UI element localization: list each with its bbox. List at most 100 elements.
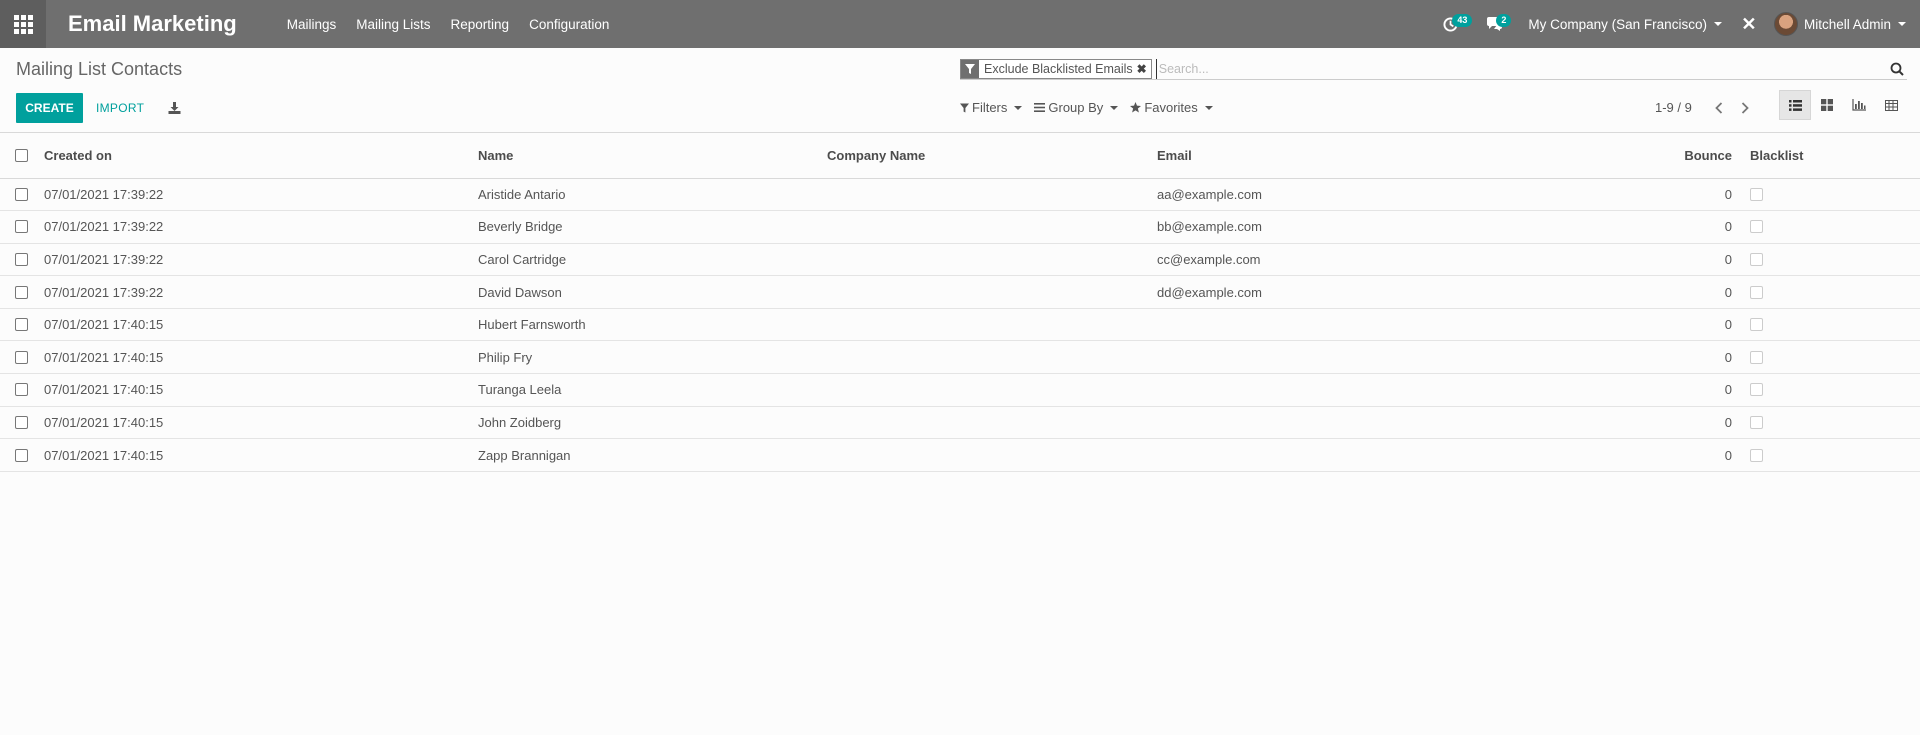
filters-label: Filters — [972, 100, 1008, 115]
row-checkbox[interactable] — [15, 220, 28, 234]
table-header-row: Created on Name Company Name Email Bounc… — [0, 133, 1920, 179]
pager: 1-9 / 9 — [1655, 100, 1758, 115]
activities-badge: 43 — [1452, 14, 1473, 27]
favorites-label: Favorites — [1144, 100, 1198, 115]
graph-view-button[interactable] — [1843, 90, 1875, 120]
cell-company — [827, 178, 1157, 212]
messages-button[interactable]: 2 — [1472, 0, 1516, 48]
table-row[interactable]: 07/01/2021 17:40:15 Turanga Leela 0 — [0, 373, 1920, 407]
remove-facet-icon[interactable]: ✖ — [1137, 62, 1151, 76]
close-icon[interactable]: ✕ — [1734, 14, 1764, 35]
row-checkbox[interactable] — [15, 187, 28, 201]
menu-item-mailing-lists[interactable]: Mailing Lists — [346, 17, 440, 32]
cell-name: Aristide Antario — [478, 178, 827, 212]
chevron-down-icon — [1204, 105, 1213, 110]
cell-name: Carol Cartridge — [478, 243, 827, 277]
cell-bounce: 0 — [1632, 308, 1742, 342]
menu-item-configuration[interactable]: Configuration — [519, 17, 619, 32]
list-view-button[interactable] — [1779, 90, 1811, 120]
row-checkbox[interactable] — [15, 318, 28, 332]
table-row[interactable]: 07/01/2021 17:39:22 Carol Cartridge cc@e… — [0, 243, 1920, 277]
row-checkbox[interactable] — [15, 350, 28, 364]
contacts-table: Created on Name Company Name Email Bounc… — [0, 133, 1920, 472]
cell-name: Philip Fry — [478, 340, 827, 375]
blacklist-checkbox — [1750, 285, 1763, 299]
row-select-cell — [0, 243, 44, 277]
column-header-company[interactable]: Company Name — [827, 133, 1157, 179]
activities-button[interactable]: 43 — [1428, 0, 1473, 48]
row-select-cell — [0, 340, 44, 375]
import-button[interactable]: IMPORT — [88, 93, 152, 123]
favorites-dropdown[interactable]: Favorites — [1130, 100, 1213, 115]
graph-view-icon — [1852, 99, 1866, 111]
company-name: My Company (San Francisco) — [1528, 16, 1707, 32]
search-icon[interactable] — [1887, 62, 1907, 76]
groupby-dropdown[interactable]: Group By — [1034, 100, 1119, 115]
cell-blacklist — [1742, 210, 1920, 244]
pivot-view-button[interactable] — [1875, 90, 1907, 120]
top-navbar: Email Marketing Mailings Mailing Lists R… — [0, 0, 1920, 48]
grid-icon — [13, 14, 33, 34]
create-button[interactable]: CREATE — [16, 93, 83, 123]
chevron-right-icon[interactable] — [1732, 101, 1758, 114]
table-row[interactable]: 07/01/2021 17:39:22 Aristide Antario aa@… — [0, 178, 1920, 212]
row-checkbox[interactable] — [15, 383, 28, 397]
kanban-view-button[interactable] — [1811, 90, 1843, 120]
blacklist-checkbox — [1750, 415, 1763, 429]
control-panel: Mailing List Contacts CREATE IMPORT Excl… — [0, 48, 1920, 133]
row-checkbox[interactable] — [15, 252, 28, 266]
cell-email — [1157, 438, 1632, 472]
row-select-cell — [0, 308, 44, 342]
column-header-blacklist[interactable]: Blacklist — [1742, 133, 1920, 179]
filters-dropdown[interactable]: Filters — [960, 100, 1023, 115]
cell-name: Beverly Bridge — [478, 210, 827, 244]
chevron-left-icon[interactable] — [1706, 101, 1732, 114]
cell-blacklist — [1742, 438, 1920, 472]
app-menu-button[interactable] — [0, 0, 46, 48]
table-row[interactable]: 07/01/2021 17:39:22 Beverly Bridge bb@ex… — [0, 210, 1920, 244]
cell-created: 07/01/2021 17:39:22 — [44, 178, 478, 212]
menu-item-mailings[interactable]: Mailings — [277, 17, 347, 32]
cell-company — [827, 406, 1157, 440]
table-row[interactable]: 07/01/2021 17:40:15 Zapp Brannigan 0 — [0, 438, 1920, 472]
cell-email — [1157, 340, 1632, 375]
filter-icon — [961, 60, 979, 78]
cell-company — [827, 243, 1157, 277]
view-switcher — [1779, 90, 1907, 120]
table-row[interactable]: 07/01/2021 17:40:15 John Zoidberg 0 — [0, 406, 1920, 440]
cell-bounce: 0 — [1632, 438, 1742, 472]
download-button[interactable] — [160, 93, 188, 123]
cell-email — [1157, 373, 1632, 407]
groupby-label: Group By — [1048, 100, 1104, 115]
table-row[interactable]: 07/01/2021 17:39:22 David Dawson dd@exam… — [0, 275, 1920, 309]
cell-blacklist — [1742, 243, 1920, 277]
pager-value[interactable]: 1-9 / 9 — [1655, 100, 1692, 115]
select-all-checkbox[interactable] — [15, 148, 28, 162]
row-checkbox[interactable] — [15, 415, 28, 429]
cell-bounce: 0 — [1632, 340, 1742, 375]
blacklist-checkbox — [1750, 220, 1763, 234]
menu-item-reporting[interactable]: Reporting — [441, 17, 520, 32]
app-title[interactable]: Email Marketing — [68, 11, 237, 37]
table-row[interactable]: 07/01/2021 17:40:15 Philip Fry 0 — [0, 340, 1920, 375]
cell-company — [827, 210, 1157, 244]
row-checkbox[interactable] — [15, 448, 28, 462]
facet-label: Exclude Blacklisted Emails — [984, 62, 1133, 76]
column-header-bounce[interactable]: Bounce — [1632, 133, 1742, 179]
search-bar: Exclude Blacklisted Emails ✖ — [960, 59, 1907, 80]
user-menu[interactable]: Mitchell Admin — [1764, 12, 1920, 36]
table-row[interactable]: 07/01/2021 17:40:15 Hubert Farnsworth 0 — [0, 308, 1920, 342]
column-header-email[interactable]: Email — [1157, 133, 1632, 179]
column-header-name[interactable]: Name — [478, 133, 827, 179]
blacklist-checkbox — [1750, 350, 1763, 364]
row-select-cell — [0, 275, 44, 309]
company-switcher[interactable]: My Company (San Francisco) — [1516, 17, 1734, 32]
cell-bounce: 0 — [1632, 406, 1742, 440]
column-header-created[interactable]: Created on — [44, 133, 478, 179]
row-checkbox[interactable] — [15, 285, 28, 299]
row-select-cell — [0, 406, 44, 440]
search-input[interactable] — [1155, 59, 1887, 79]
kanban-view-icon — [1821, 99, 1833, 111]
cell-bounce: 0 — [1632, 178, 1742, 212]
main-menu: Mailings Mailing Lists Reporting Configu… — [277, 17, 620, 32]
